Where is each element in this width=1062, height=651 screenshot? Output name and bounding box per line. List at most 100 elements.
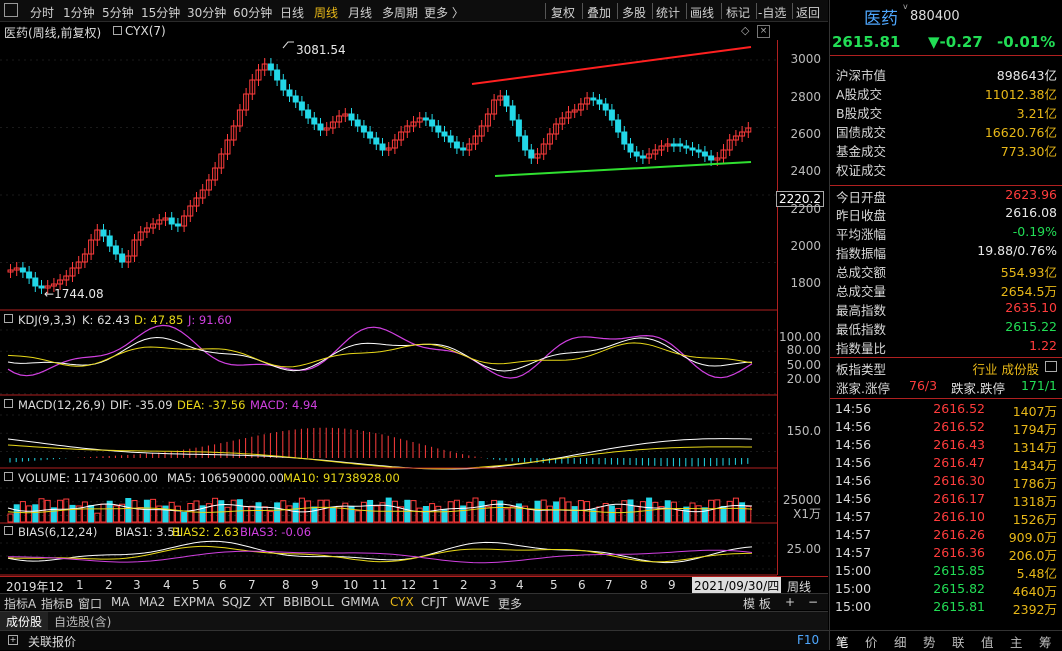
quote-row-label: 基金成交 — [836, 144, 887, 159]
low-price-label: ←1744.08 — [44, 287, 104, 301]
period-tab-fenshi[interactable]: 分时 — [30, 4, 54, 21]
detail-tab[interactable]: 笔 — [836, 632, 849, 651]
lower-trendline — [494, 161, 752, 177]
sheet-tab-constituents[interactable]: 成份股 — [0, 612, 49, 630]
time-axis-label: 5 — [550, 578, 558, 592]
list-icon[interactable] — [1045, 361, 1057, 372]
quote-row: 昨日收盘 2616.08 — [830, 204, 1062, 223]
indicator-tab-sqjz[interactable]: SQJZ — [222, 595, 251, 609]
period-tab-multi[interactable]: 多周期 — [382, 4, 418, 21]
layout-toggle-icon[interactable] — [4, 3, 18, 17]
indicator-tab-xt[interactable]: XT — [259, 595, 274, 609]
indicator-tab-a[interactable]: 指标A — [4, 595, 36, 612]
detail-tab[interactable]: 势 — [923, 632, 936, 651]
detail-tab[interactable]: 筹 — [1039, 632, 1052, 651]
period-tab-15min[interactable]: 15分钟 — [141, 4, 180, 21]
period-tab-day[interactable]: 日线 — [280, 4, 304, 21]
quote-row-value: 773.30亿 — [1000, 144, 1057, 159]
overlay-button[interactable]: 叠加 — [587, 4, 611, 21]
main-indicator-label: CYX(7) — [125, 24, 166, 38]
tick-time: 14:56 — [835, 455, 872, 470]
quote-row-value: 2616.08 — [1005, 205, 1057, 220]
indicator-tab-expma[interactable]: EXPMA — [173, 595, 215, 609]
upper-trendline — [471, 46, 752, 85]
indicator-tab-wave[interactable]: WAVE — [455, 595, 489, 609]
add-indicator-icon[interactable]: + — [785, 595, 795, 609]
indicator-tab-cyx[interactable]: CYX — [390, 595, 414, 609]
period-tab-more[interactable]: 更多 〉 — [424, 4, 464, 21]
detail-tab[interactable]: 细 — [894, 632, 907, 651]
quote-row: 平均涨幅 -0.19% — [830, 223, 1062, 242]
diamond-icon[interactable]: ◇ — [741, 24, 749, 37]
quote-row-label: 沪深市值 — [836, 68, 887, 83]
tick-price: 2615.81 — [933, 599, 985, 614]
period-tab-60min[interactable]: 60分钟 — [233, 4, 272, 21]
tick-row: 14:56 2616.43 1314万 — [830, 436, 1062, 455]
detail-tab[interactable]: 值 — [981, 632, 994, 651]
quote-row-label: 最高指数 — [836, 303, 887, 318]
macd-toggle-icon[interactable] — [4, 399, 13, 408]
quote-row-value: 2623.96 — [1005, 187, 1057, 202]
period-tab-1min[interactable]: 1分钟 — [63, 4, 95, 21]
period-tab-week[interactable]: 周线 — [314, 4, 338, 21]
quote-row-label: 平均涨幅 — [836, 227, 887, 242]
detail-tabs: 笔价细势联值主筹 — [830, 630, 1062, 650]
template-button[interactable]: 模 板 — [743, 595, 771, 612]
indicator-tab-ma[interactable]: MA — [111, 595, 130, 609]
high-price-label: 3081.54 — [296, 43, 346, 57]
restore-rights-button[interactable]: 复权 — [551, 4, 575, 21]
tick-price: 2616.30 — [933, 473, 985, 488]
tick-price: 2616.52 — [933, 401, 985, 416]
period-tab-month[interactable]: 月线 — [348, 4, 372, 21]
stats-button[interactable]: 统计 — [656, 4, 680, 21]
indicator-tab-bbiboll[interactable]: BBIBOLL — [283, 595, 334, 609]
mark-button[interactable]: 标记 — [726, 4, 750, 21]
last-price: 2615.81 — [832, 33, 901, 51]
back-button[interactable]: 返回 — [796, 4, 820, 21]
tick-price: 2615.85 — [933, 563, 985, 578]
f10-button[interactable]: F10 — [797, 633, 819, 647]
expand-icon[interactable]: + — [8, 635, 18, 645]
stock-code: 880400 — [910, 9, 960, 24]
detail-tab[interactable]: 价 — [865, 632, 878, 651]
indicator-tab-b[interactable]: 指标B — [41, 595, 73, 612]
kdj-header: KDJ(9,3,3) K: 62.43 D: 47.85 J: 91.60 — [0, 312, 776, 328]
kdj-toggle-icon[interactable] — [4, 314, 13, 323]
indicator-tab-ma2[interactable]: MA2 — [139, 595, 165, 609]
quote-row: 最高指数 2635.10 — [830, 299, 1062, 318]
candlestick-series — [7, 58, 752, 294]
detail-tab[interactable]: 联 — [952, 632, 965, 651]
quote-row: 指数量比 1.22 — [830, 337, 1062, 356]
chart-area[interactable]: 3081.54 ←1744.08 — [0, 40, 777, 578]
draw-line-button[interactable]: 画线 — [690, 4, 714, 21]
tick-row: 14:56 2616.47 1434万 — [830, 454, 1062, 473]
quote-row-value: 2654.5万 — [1000, 284, 1057, 299]
indicator-tab-window[interactable]: 窗口 — [78, 595, 102, 612]
quote-row: 总成交量 2654.5万 — [830, 280, 1062, 299]
linked-quote-label[interactable]: 关联报价 — [28, 633, 76, 650]
macd-bars — [7, 427, 753, 470]
time-axis-label: 1 — [432, 578, 440, 592]
pane-close-icon[interactable]: × — [757, 25, 770, 38]
period-tab-30min[interactable]: 30分钟 — [187, 4, 226, 21]
quote-row: 沪深市值 898643亿 — [830, 64, 1062, 83]
indicator-tab-cfjt[interactable]: CFJT — [421, 595, 447, 609]
tick-price: 2616.43 — [933, 437, 985, 452]
multi-stock-button[interactable]: 多股 — [622, 4, 646, 21]
bias-toggle-icon[interactable] — [4, 526, 13, 535]
remove-indicator-icon[interactable]: − — [808, 595, 818, 609]
sheet-tab-watchlist[interactable]: 自选股(含) — [54, 613, 111, 630]
detail-tab[interactable]: 主 — [1010, 632, 1023, 651]
dropdown-icon[interactable]: v — [903, 2, 908, 11]
bias-header: BIAS(6,12,24) BIAS1: 3.51 BIAS2: 2.63 BI… — [0, 524, 776, 540]
period-tab-5min[interactable]: 5分钟 — [102, 4, 134, 21]
indicator-tabbar: 指标A 指标B 窗口 MA MA2 EXPMA SQJZ XT BBIBOLL … — [0, 593, 828, 612]
tick-time: 14:57 — [835, 509, 872, 524]
indicator-tab-gmma[interactable]: GMMA — [341, 595, 379, 609]
indicator-tab-more[interactable]: 更多 — [498, 595, 522, 612]
add-watchlist-button[interactable]: -自选 — [758, 4, 786, 21]
indicator-toggle-icon[interactable] — [113, 26, 122, 35]
price-change-pct: -0.01% — [997, 33, 1056, 51]
volume-toggle-icon[interactable] — [4, 472, 13, 481]
tick-time: 14:56 — [835, 419, 872, 434]
